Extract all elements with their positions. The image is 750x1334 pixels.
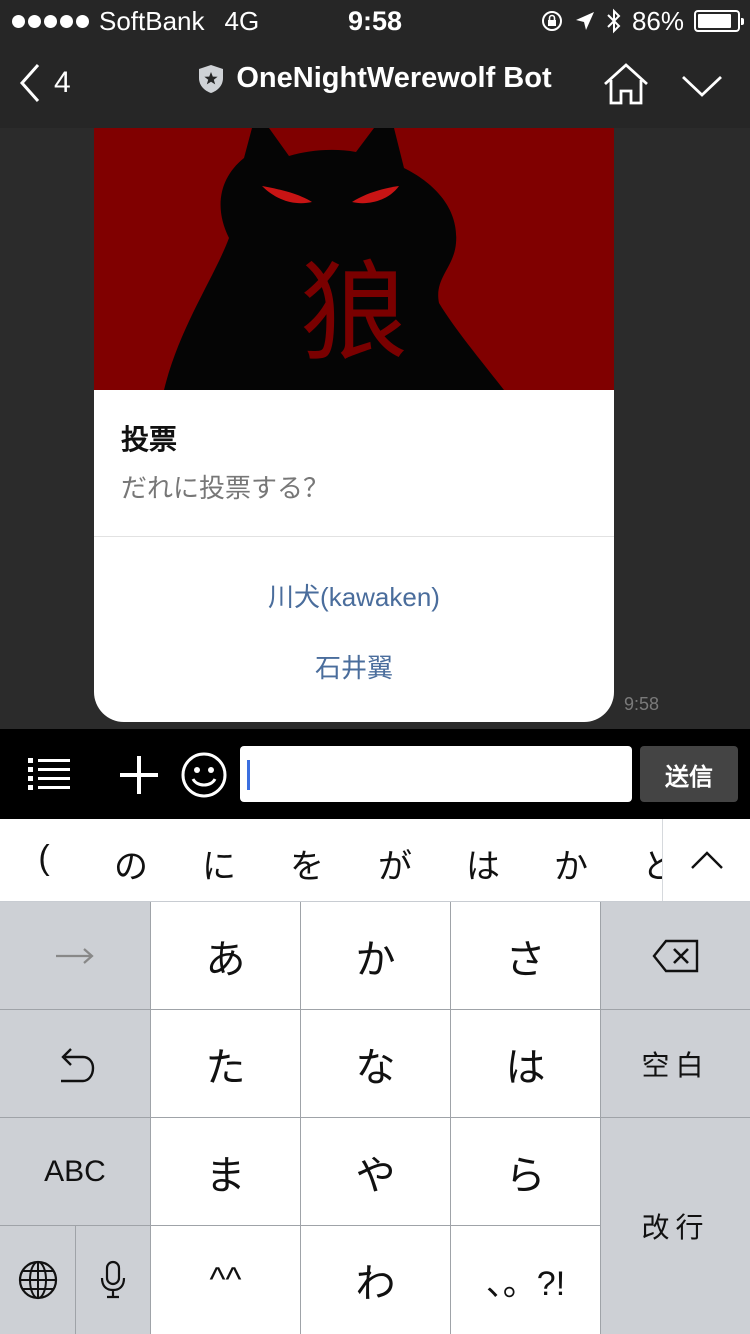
space-key[interactable]: 空白 <box>601 1010 750 1117</box>
battery-level <box>698 14 731 28</box>
dictation-key[interactable] <box>76 1226 150 1334</box>
emoji-icon[interactable] <box>180 751 228 799</box>
keyboard: あ か さ た な は 空白 ABC ま や ら 改行 ^^ わ 、。?! <box>0 902 750 1334</box>
chat-title-text: OneNightWerewolf Bot <box>236 62 552 94</box>
kana-key[interactable]: は <box>451 1010 600 1117</box>
chevron-down-icon[interactable] <box>680 66 724 106</box>
undo-key[interactable] <box>0 1010 150 1117</box>
battery-percent: 86% <box>631 5 684 36</box>
kana-key[interactable]: ら <box>451 1118 600 1225</box>
collapse-suggestions-button[interactable] <box>662 819 750 901</box>
suggestion-item[interactable]: か <box>541 839 601 888</box>
undo-icon <box>61 1047 95 1082</box>
kana-key[interactable]: あ <box>151 902 300 1009</box>
microphone-icon <box>100 1260 126 1299</box>
bluetooth-icon <box>607 8 621 34</box>
suggestion-item[interactable]: ( <box>14 839 74 878</box>
location-arrow-icon <box>575 12 594 30</box>
kana-key[interactable]: さ <box>451 902 600 1009</box>
rotation-lock-icon <box>541 11 562 31</box>
kana-key[interactable]: や <box>301 1118 450 1225</box>
punctuation-key[interactable]: 、。?! <box>451 1226 600 1334</box>
vote-option-button[interactable]: 川犬(kawaken) <box>94 577 614 614</box>
vote-option-button[interactable]: 石井翼 <box>94 648 614 685</box>
werewolf-glyph: 狼 <box>300 251 408 376</box>
arrow-right-icon <box>56 947 94 964</box>
menu-list-icon[interactable] <box>28 756 72 792</box>
globe-icon <box>18 1260 57 1300</box>
card-divider <box>94 536 614 537</box>
werewolf-silhouette: 狼 <box>164 128 504 390</box>
suggestion-item[interactable]: の <box>101 839 161 888</box>
card-title: 投票 <box>121 424 178 455</box>
nav-bar: 4 OneNightWerewolf Bot <box>0 42 750 128</box>
next-candidate-key[interactable] <box>0 902 150 1009</box>
suggestion-item[interactable]: を <box>277 839 337 888</box>
message-timestamp: 9:58 <box>624 694 660 714</box>
plus-icon[interactable] <box>118 754 160 796</box>
kana-key[interactable]: ま <box>151 1118 300 1225</box>
emoticon-key[interactable]: ^^ <box>151 1226 300 1334</box>
chevron-up-icon <box>690 851 723 869</box>
card-subtitle: だれに投票する？ <box>121 473 330 503</box>
status-bar: SoftBank 4G 9:58 86% <box>0 0 750 42</box>
backspace-icon <box>651 939 698 972</box>
return-key[interactable]: 改行 <box>601 1118 750 1334</box>
send-button[interactable]: 送信 <box>640 746 738 802</box>
kana-key[interactable]: た <box>151 1010 300 1117</box>
kana-key[interactable]: な <box>301 1010 450 1117</box>
suggestion-item[interactable]: に <box>189 839 249 888</box>
abc-key[interactable]: ABC <box>0 1118 150 1225</box>
kana-key[interactable]: か <box>301 902 450 1009</box>
suggestion-item[interactable]: は <box>453 839 513 888</box>
battery-icon <box>694 10 744 32</box>
message-input[interactable] <box>240 746 632 802</box>
text-caret <box>247 760 250 790</box>
home-icon[interactable] <box>602 62 650 106</box>
suggestion-bar: ( の に を が は か と <box>0 819 750 902</box>
globe-key[interactable] <box>0 1226 75 1334</box>
suggestion-item[interactable]: が <box>365 839 425 888</box>
official-account-shield-icon <box>199 64 224 93</box>
chat-area[interactable]: 狼 投票 だれに投票する？ 川犬(kawaken) 石井翼 9:58 <box>0 128 750 729</box>
werewolf-image[interactable]: 狼 <box>94 128 614 390</box>
vote-card: 狼 投票 だれに投票する？ 川犬(kawaken) 石井翼 <box>94 128 614 722</box>
kana-key[interactable]: わ <box>301 1226 450 1334</box>
message-input-bar: 送信 <box>0 729 750 819</box>
backspace-key[interactable] <box>601 902 750 1009</box>
